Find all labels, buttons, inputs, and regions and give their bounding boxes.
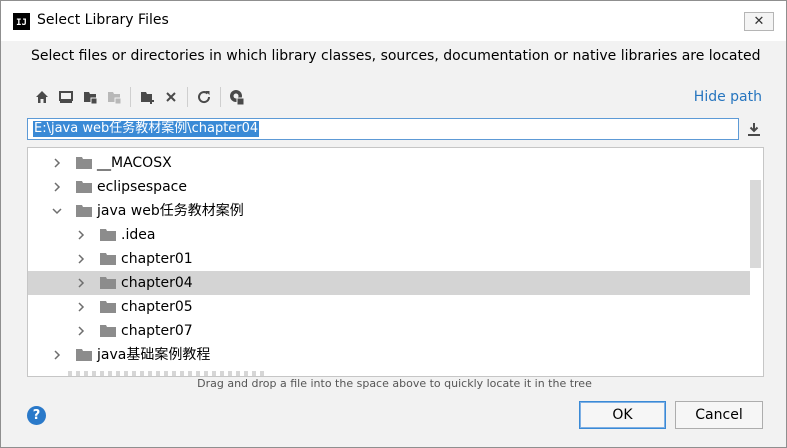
- folder-icon: [76, 181, 92, 193]
- tree-vertical-scrollbar[interactable]: [750, 180, 761, 268]
- dialog-title: Select Library Files: [37, 12, 169, 28]
- tree-row[interactable]: chapter05: [28, 295, 750, 319]
- file-chooser-toolbar: [30, 85, 249, 109]
- tree-row-label: chapter07: [121, 323, 193, 339]
- tree-row[interactable]: chapter07: [28, 319, 750, 343]
- folder-icon: [100, 253, 116, 265]
- project-folder-icon[interactable]: [78, 85, 102, 109]
- folder-icon: [76, 157, 92, 169]
- delete-icon[interactable]: [159, 85, 183, 109]
- folder-icon: [100, 229, 116, 241]
- tree-row-label: .idea: [121, 227, 156, 243]
- intellij-app-icon: IJ: [13, 13, 30, 30]
- tree-row[interactable]: chapter04: [28, 271, 750, 295]
- folder-icon: [100, 301, 116, 313]
- title-bar: IJ Select Library Files ✕: [1, 1, 786, 41]
- tree-row[interactable]: __MACOSX: [28, 151, 750, 175]
- path-input[interactable]: E:\java web任务教材案例\chapter04: [27, 118, 739, 140]
- tree-row[interactable]: eclipsespace: [28, 175, 750, 199]
- dialog-description: Select files or directories in which lib…: [31, 48, 761, 64]
- tree-row-label: java web任务教材案例: [97, 203, 244, 219]
- chevron-right-icon[interactable]: [52, 350, 62, 360]
- select-library-files-dialog: IJ Select Library Files ✕ Select files o…: [0, 0, 787, 448]
- tree-row-label: chapter01: [121, 251, 193, 267]
- chevron-down-icon[interactable]: [52, 206, 62, 216]
- folder-icon: [76, 205, 92, 217]
- tree-row[interactable]: .idea: [28, 223, 750, 247]
- hide-path-link[interactable]: Hide path: [694, 89, 762, 105]
- ok-button[interactable]: OK: [579, 401, 666, 429]
- toolbar-separator: [130, 87, 131, 107]
- tree-row-label: chapter05: [121, 299, 193, 315]
- download-icon[interactable]: [746, 121, 762, 137]
- chevron-right-icon[interactable]: [76, 230, 86, 240]
- folder-icon: [100, 277, 116, 289]
- tree-row-label: chapter04: [121, 275, 193, 291]
- folder-icon: [100, 325, 116, 337]
- chevron-right-icon[interactable]: [76, 326, 86, 336]
- module-folder-icon[interactable]: [102, 85, 126, 109]
- chevron-right-icon[interactable]: [76, 278, 86, 288]
- cancel-button[interactable]: Cancel: [675, 401, 763, 429]
- tree-row[interactable]: java web任务教材案例: [28, 199, 750, 223]
- tree-row[interactable]: java基础案例教程: [28, 343, 750, 367]
- chevron-right-icon[interactable]: [76, 254, 86, 264]
- chevron-right-icon[interactable]: [52, 182, 62, 192]
- toolbar-separator: [220, 87, 221, 107]
- chevron-right-icon[interactable]: [52, 158, 62, 168]
- help-icon[interactable]: ?: [27, 406, 46, 425]
- file-tree[interactable]: __MACOSX eclipsespace java web任务教材案例 .idea c…: [27, 147, 764, 377]
- tree-row-label: eclipsespace: [97, 179, 187, 195]
- tree-row-label: java基础案例教程: [97, 347, 211, 363]
- chevron-right-icon[interactable]: [76, 302, 86, 312]
- drag-drop-hint: Drag and drop a file into the space abov…: [197, 377, 592, 390]
- toolbar-separator: [187, 87, 188, 107]
- new-folder-icon[interactable]: [135, 85, 159, 109]
- path-input-value: E:\java web任务教材案例\chapter04: [33, 121, 260, 137]
- folder-icon: [76, 349, 92, 361]
- tree-row[interactable]: chapter01: [28, 247, 750, 271]
- desktop-icon[interactable]: [54, 85, 78, 109]
- close-button[interactable]: ✕: [744, 12, 774, 31]
- tree-row-label: __MACOSX: [97, 155, 172, 171]
- show-hidden-icon[interactable]: [225, 85, 249, 109]
- home-icon[interactable]: [30, 85, 54, 109]
- refresh-icon[interactable]: [192, 85, 216, 109]
